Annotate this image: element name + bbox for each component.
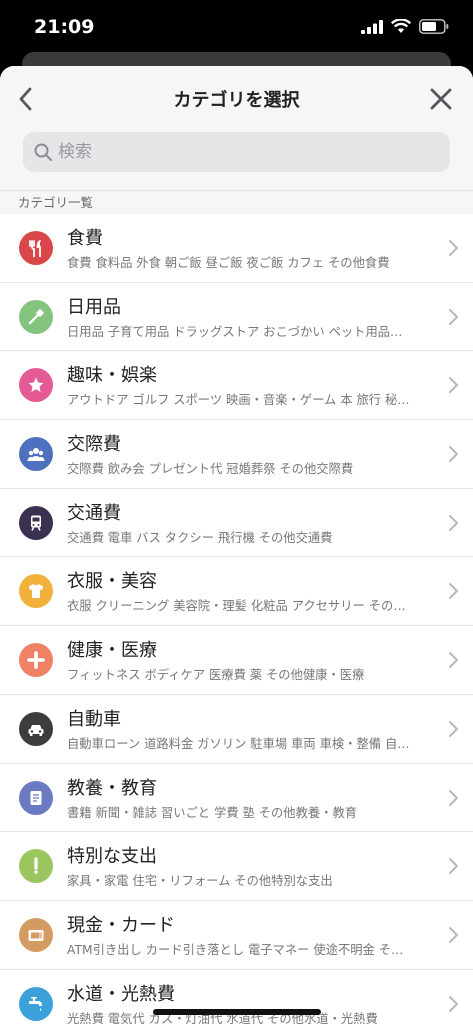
category-title: 交際費 bbox=[67, 434, 121, 456]
category-subcategories: 食費 食料品 外食 朝ご飯 昼ご飯 夜ご飯 カフェ その他食費 bbox=[67, 256, 390, 270]
category-icon-badge bbox=[19, 849, 53, 884]
sheet-header: カテゴリを選択 bbox=[0, 66, 473, 190]
cross-icon bbox=[27, 651, 45, 669]
category-icon-badge bbox=[19, 299, 53, 334]
category-row[interactable]: 衣服・美容衣服 クリーニング 美容院・理髪 化粧品 アクセサリー その… bbox=[0, 557, 473, 627]
search-bar[interactable] bbox=[23, 132, 450, 172]
status-time: 21:09 bbox=[34, 16, 95, 38]
category-subcategories: アウトドア ゴルフ スポーツ 映画・音楽・ゲーム 本 旅行 秘… bbox=[67, 393, 410, 408]
star-icon bbox=[28, 377, 44, 393]
category-icon-badge bbox=[19, 986, 53, 1021]
chevron-right-icon bbox=[449, 377, 458, 394]
category-row[interactable]: 食費食費 食料品 外食 朝ご飯 昼ご飯 夜ご飯 カフェ その他食費 bbox=[0, 214, 473, 283]
book-icon bbox=[30, 790, 42, 805]
category-icon-badge bbox=[19, 711, 53, 746]
category-row[interactable]: 交通費交通費 電車 バス タクシー 飛行機 その他交通費 bbox=[0, 489, 473, 558]
category-subcategories: 自動車ローン 道路料金 ガソリン 駐車場 車両 車検・整備 自… bbox=[67, 736, 410, 751]
section-header: カテゴリ一覧 bbox=[0, 190, 473, 214]
category-icon-badge bbox=[19, 368, 53, 403]
category-row[interactable]: 特別な支出家具・家電 住宅・リフォーム その他特別な支出 bbox=[0, 832, 473, 901]
category-row[interactable]: 現金・カード ATM引き出し カード引き落とし 電子マネー 使途不明金 そ… bbox=[0, 901, 473, 970]
category-title: 教養・教育 bbox=[67, 777, 157, 799]
category-row[interactable]: 水道・光熱費 光熱費 電気代 ガス・灯油代 水道代 その他水道・光熱費 bbox=[0, 970, 473, 1024]
faucet-icon bbox=[29, 996, 42, 1011]
chevron-right-icon bbox=[449, 446, 458, 463]
tshirt-icon bbox=[28, 584, 44, 599]
category-subcategories: 衣服 クリーニング 美容院・理髪 化粧品 アクセサリー その… bbox=[67, 599, 406, 614]
search-input[interactable] bbox=[58, 142, 428, 162]
category-icon-badge bbox=[19, 505, 53, 540]
category-title: 日用品 bbox=[67, 296, 121, 318]
signal-icon bbox=[361, 19, 383, 34]
battery-icon bbox=[419, 19, 449, 34]
category-subcategories: 日用品 子育て用品 ドラッグストア おこづかい ペット用品… bbox=[67, 324, 403, 339]
category-title: 衣服・美容 bbox=[67, 571, 157, 593]
category-title: 自動車 bbox=[67, 708, 121, 730]
category-icon-badge bbox=[19, 780, 53, 815]
people-icon bbox=[27, 448, 45, 462]
status-bar: 21:09 bbox=[0, 0, 473, 56]
wifi-icon bbox=[391, 19, 411, 33]
home-indicator bbox=[153, 1009, 321, 1015]
category-title: 健康・医療 bbox=[67, 640, 157, 662]
category-subcategories: フィットネス ボディケア 医療費 薬 その他健康・医療 bbox=[67, 668, 365, 683]
category-subcategories: ATM引き出し カード引き落とし 電子マネー 使途不明金 そ… bbox=[67, 942, 404, 957]
close-button[interactable] bbox=[427, 84, 455, 114]
category-title: 食費 bbox=[67, 228, 103, 249]
category-icon-badge bbox=[19, 917, 53, 952]
car-icon bbox=[28, 724, 44, 736]
category-icon-badge bbox=[19, 574, 53, 609]
chevron-right-icon bbox=[449, 514, 458, 531]
category-row[interactable]: 健康・医療フィットネス ボディケア 医療費 薬 その他健康・医療 bbox=[0, 626, 473, 695]
category-subcategories: 交際費 飲み会 プレゼント代 冠婚葬祭 その他交際費 bbox=[67, 462, 354, 477]
category-icon-badge bbox=[19, 231, 53, 265]
chevron-right-icon bbox=[449, 308, 458, 325]
category-row[interactable]: 交際費交際費 飲み会 プレゼント代 冠婚葬祭 その他交際費 bbox=[0, 420, 473, 489]
category-icon-badge bbox=[19, 437, 53, 472]
exclamation-icon bbox=[34, 857, 38, 874]
category-row[interactable]: 教養・教育書籍 新聞・雑誌 習いごと 学費 塾 その他教養・教育 bbox=[0, 764, 473, 833]
category-subcategories: 書籍 新聞・雑誌 習いごと 学費 塾 その他教養・教育 bbox=[67, 805, 358, 820]
page-title: カテゴリを選択 bbox=[173, 90, 300, 111]
category-icon-badge bbox=[19, 643, 53, 678]
chevron-right-icon bbox=[449, 583, 458, 600]
category-sheet: カテゴリを選択 カテゴリ一覧 食費食費 食料品 外食 朝ご飯 昼ご飯 夜ご飯 カ… bbox=[0, 66, 473, 1024]
toothbrush-icon bbox=[28, 308, 44, 324]
category-list: 食費 食費 食料品 外食 朝ご飯 昼ご飯 夜ご飯 カフェ その他食費 日用品 日用品 … bbox=[0, 214, 473, 1024]
chevron-right-icon bbox=[449, 720, 458, 737]
search-icon bbox=[34, 143, 53, 162]
category-subcategories: 交通費 電車 バス タクシー 飛行機 その他交通費 bbox=[67, 530, 333, 545]
category-title: 現金・カード bbox=[67, 914, 175, 936]
chevron-right-icon bbox=[449, 652, 458, 669]
chevron-right-icon bbox=[449, 995, 458, 1012]
category-title: 趣味・娯楽 bbox=[67, 365, 157, 387]
chevron-right-icon bbox=[449, 240, 458, 256]
chevron-right-icon bbox=[449, 789, 458, 806]
wallet-icon bbox=[28, 929, 44, 941]
category-title: 水道・光熱費 bbox=[67, 983, 175, 1005]
category-subcategories: 家具・家電 住宅・リフォーム その他特別な支出 bbox=[67, 874, 333, 889]
fork-knife-icon bbox=[29, 240, 41, 257]
status-icons bbox=[361, 19, 449, 34]
category-title: 特別な支出 bbox=[67, 846, 157, 868]
close-icon bbox=[430, 88, 452, 110]
chevron-right-icon bbox=[449, 858, 458, 875]
category-row[interactable]: 自動車自動車ローン 道路料金 ガソリン 駐車場 車両 車検・整備 自… bbox=[0, 695, 473, 764]
category-row[interactable]: 趣味・娯楽アウトドア ゴルフ スポーツ 映画・音楽・ゲーム 本 旅行 秘… bbox=[0, 351, 473, 421]
category-title: 交通費 bbox=[67, 502, 121, 524]
train-icon bbox=[31, 515, 41, 531]
chevron-right-icon bbox=[449, 926, 458, 943]
category-row[interactable]: 日用品日用品 子育て用品 ドラッグストア おこづかい ペット用品… bbox=[0, 283, 473, 352]
